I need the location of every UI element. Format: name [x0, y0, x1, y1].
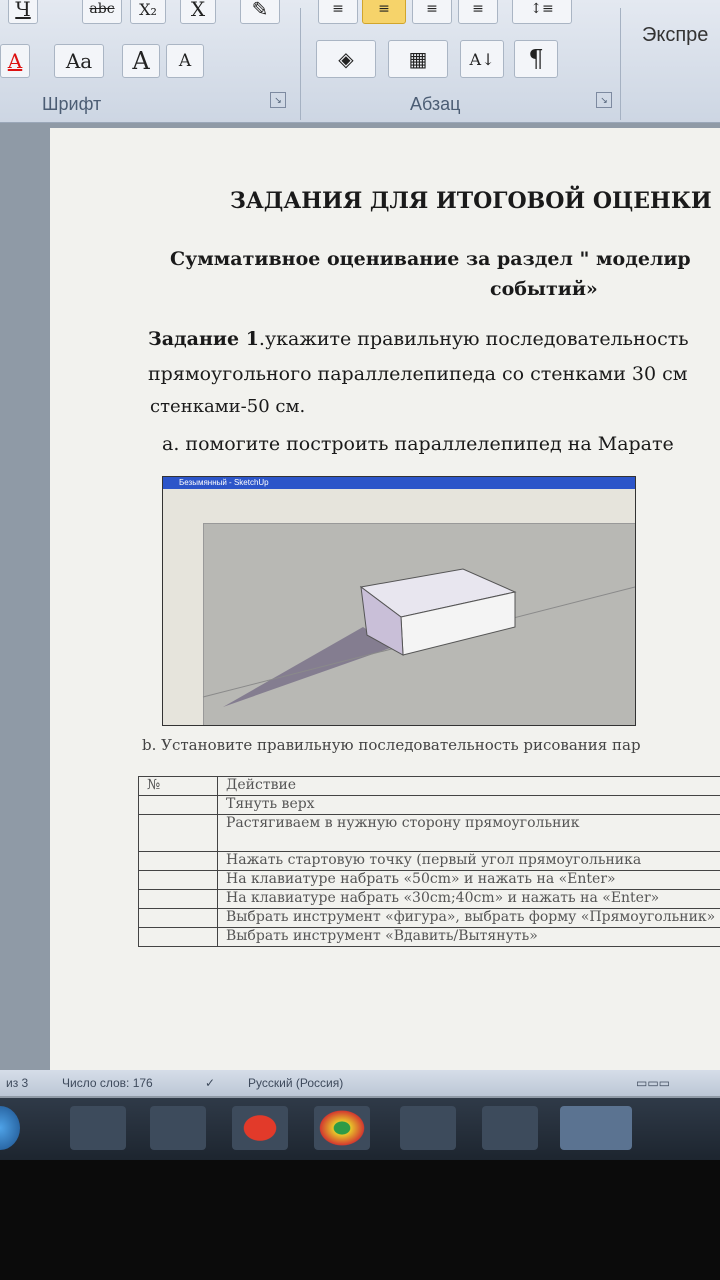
word-count[interactable]: Число слов: 176	[62, 1076, 153, 1090]
table-header-row: № Действие	[138, 776, 720, 796]
task1-line3: стенками-50 см.	[150, 396, 306, 417]
table-cell-number[interactable]	[138, 795, 218, 815]
screen: Ч abc X₂ X ✎ A Aa A A Шрифт ↘ ≡ ≡ ≡ ≡ ↕≡…	[0, 0, 720, 1160]
table-cell-number[interactable]	[138, 908, 218, 928]
chrome-icon[interactable]	[314, 1106, 370, 1150]
document-subtitle-line2: событий»	[490, 278, 598, 300]
table-cell-action: Нажать стартовую точку (первый угол прям…	[217, 851, 720, 871]
task1-label: Задание 1	[148, 328, 259, 350]
start-button-icon[interactable]	[0, 1106, 20, 1150]
table-cell-number[interactable]	[138, 851, 218, 871]
table-cell-action: На клавиатуре набрать «30cm;40cm» и нажа…	[217, 889, 720, 909]
table-row: На клавиатуре набрать «50cm» и нажать на…	[138, 870, 720, 890]
group-separator	[300, 8, 301, 120]
shrink-font-button[interactable]: A	[166, 44, 204, 78]
table-row: Растягиваем в нужную сторону прямоугольн…	[138, 814, 720, 852]
align-left-icon[interactable]: ≡	[318, 0, 358, 24]
group-separator	[620, 8, 621, 120]
table-cell-action: Выбрать инструмент «Вдавить/Вытянуть»	[217, 927, 720, 947]
clear-format-button[interactable]: X	[180, 0, 216, 24]
taskbar	[0, 1098, 720, 1160]
document-page[interactable]: ЗАДАНИЯ ДЛЯ ИТОГОВОЙ ОЦЕНКИ Суммативное …	[50, 128, 720, 1078]
paragraph-group-label: Абзац	[410, 94, 461, 114]
strikethrough-button[interactable]: abc	[82, 0, 122, 24]
grow-font-button[interactable]: A	[122, 44, 160, 78]
subscript-button[interactable]: X₂	[130, 0, 166, 24]
paint-icon[interactable]	[482, 1106, 538, 1150]
table-cell-number[interactable]	[138, 889, 218, 909]
item-a: a. помогите построить параллелепипед на …	[162, 433, 674, 455]
justify-icon[interactable]: ≡	[458, 0, 498, 24]
table-row: Выбрать инструмент «Вдавить/Вытянуть»	[138, 927, 720, 947]
opera-icon[interactable]	[232, 1106, 288, 1150]
page-count[interactable]: из 3	[6, 1076, 28, 1090]
table-row: На клавиатуре набрать «30cm;40cm» и нажа…	[138, 889, 720, 909]
format-painter-icon[interactable]: ✎	[240, 0, 280, 24]
view-buttons-icon[interactable]: ▭▭▭	[636, 1076, 670, 1090]
table-header-action: Действие	[217, 776, 720, 796]
font-group-label: Шрифт	[42, 94, 102, 114]
table-cell-action: Растягиваем в нужную сторону прямоугольн…	[217, 814, 720, 852]
line-spacing-icon[interactable]: ↕≡	[512, 0, 572, 24]
table-row: Нажать стартовую точку (первый угол прям…	[138, 851, 720, 871]
steps-table: № Действие Тянуть верх Растягиваем в нуж…	[138, 776, 720, 947]
language-indicator[interactable]: Русский (Россия)	[248, 1076, 343, 1090]
task1-text: .укажите правильную последовательность	[258, 328, 689, 350]
spellcheck-icon[interactable]: ✓	[205, 1076, 215, 1090]
presentation-app-icon[interactable]	[400, 1106, 456, 1150]
table-header-number: №	[138, 776, 218, 796]
status-bar: из 3 Число слов: 176 ✓ Русский (Россия) …	[0, 1070, 720, 1096]
table-row: Выбрать инструмент «фигура», выбрать фор…	[138, 908, 720, 928]
table-cell-action: На клавиатуре набрать «50cm» и нажать на…	[217, 870, 720, 890]
font-color-button[interactable]: A	[0, 44, 30, 78]
styles-label[interactable]: Экспре	[642, 24, 708, 47]
font-dialog-launcher-icon[interactable]: ↘	[270, 92, 286, 108]
word-active-icon[interactable]	[560, 1106, 632, 1150]
table-cell-number[interactable]	[138, 814, 218, 852]
pilcrow-button[interactable]: ¶	[514, 40, 558, 78]
table-cell-action: Тянуть верх	[217, 795, 720, 815]
media-player-icon[interactable]	[150, 1106, 206, 1150]
underline-button[interactable]: Ч	[8, 0, 38, 24]
task1-line2: прямоугольного параллелепипеда со стенка…	[148, 363, 688, 385]
align-right-icon[interactable]: ≡	[412, 0, 452, 24]
shading-icon[interactable]: ◈	[316, 40, 376, 78]
change-case-button[interactable]: Aa	[54, 44, 104, 78]
paragraph-dialog-launcher-icon[interactable]: ↘	[596, 92, 612, 108]
explorer-icon[interactable]	[70, 1106, 126, 1150]
monitor-bezel	[0, 1160, 720, 1280]
table-row: Тянуть верх	[138, 795, 720, 815]
borders-icon[interactable]: ▦	[388, 40, 448, 78]
table-cell-number[interactable]	[138, 870, 218, 890]
ribbon: Ч abc X₂ X ✎ A Aa A A Шрифт ↘ ≡ ≡ ≡ ≡ ↕≡…	[0, 0, 720, 123]
box-3d-drawing	[202, 568, 635, 707]
item-b: b. Установите правильную последовательно…	[142, 736, 641, 754]
align-center-icon[interactable]: ≡	[362, 0, 406, 24]
document-subtitle: Суммативное оценивание за раздел " модел…	[170, 248, 691, 270]
task1-line1: Задание 1.укажите правильную последовате…	[148, 328, 689, 350]
sort-button[interactable]: А↓	[460, 40, 504, 78]
table-cell-action: Выбрать инструмент «фигура», выбрать фор…	[217, 908, 720, 928]
embedded-screenshot[interactable]: Безымянный - SketchUp	[162, 476, 636, 726]
table-cell-number[interactable]	[138, 927, 218, 947]
document-title: ЗАДАНИЯ ДЛЯ ИТОГОВОЙ ОЦЕНКИ	[230, 188, 712, 214]
